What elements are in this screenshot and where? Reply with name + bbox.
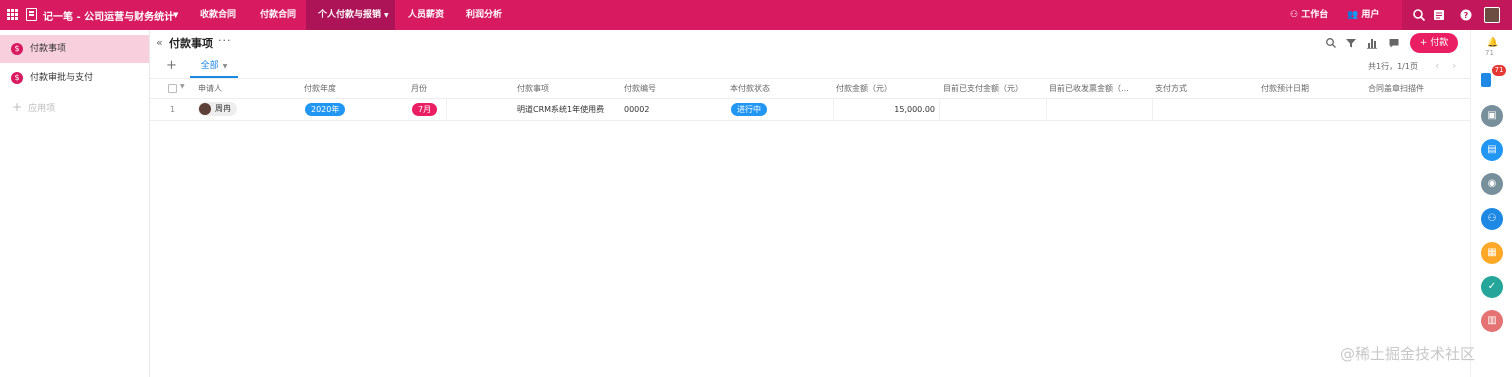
document-icon[interactable]: [1432, 8, 1446, 22]
column-header[interactable]: 目前已收发票金额（…: [1049, 79, 1139, 99]
help-icon[interactable]: ?: [1459, 8, 1473, 22]
apps-icon[interactable]: ▦: [1481, 242, 1503, 264]
avatar: [199, 103, 211, 115]
nav-salaries[interactable]: 人员薪资: [396, 0, 456, 30]
users-label: 用户: [1361, 10, 1380, 20]
column-header[interactable]: 月份: [411, 79, 501, 99]
pager-info: 共1行，1/1页: [1368, 62, 1418, 71]
workbench-link[interactable]: ⚇ 工作台: [1290, 0, 1328, 30]
cell-divider: [446, 99, 447, 120]
payment-code-cell: 00002: [624, 105, 650, 114]
chevron-down-icon[interactable]: ▼: [173, 11, 178, 19]
notification-count: 71: [1485, 49, 1494, 57]
notebook-icon: [26, 8, 37, 21]
cell-divider: [833, 99, 834, 120]
main-content: « 付款事项 ··· + 付款 + 全部 ▼ 共1行，1/1页 ‹ › ▼ 申请人…: [150, 30, 1470, 377]
tab-all[interactable]: 全部 ▼: [190, 58, 238, 78]
notification-bell-icon[interactable]: 🔔: [1487, 38, 1498, 48]
users-link[interactable]: 👥 用户: [1347, 0, 1379, 30]
table-header: ▼ 申请人 付款年度 月份 付款事项 付款编号 本付款状态 付款金额（元） 目前…: [150, 78, 1470, 99]
column-header[interactable]: 付款编号: [624, 79, 714, 99]
app-title[interactable]: 记一笔 - 公司运营与财务统计: [43, 8, 174, 23]
top-nav-bar: 记一笔 - 公司运营与财务统计 ▼ 收款合同 付款合同 个人付款与报销 ▼ 人员薪…: [0, 0, 1512, 30]
search-icon[interactable]: [1412, 8, 1426, 22]
dollar-icon: $: [11, 72, 23, 84]
nav-receipt-contracts[interactable]: 收款合同: [188, 0, 248, 30]
search-icon[interactable]: [1325, 37, 1337, 49]
svg-text:?: ?: [1464, 11, 1469, 20]
tab-label: 全部: [200, 61, 219, 71]
dollar-icon: $: [11, 43, 23, 55]
column-header[interactable]: 本付款状态: [730, 79, 820, 99]
chevron-down-icon: ▼: [384, 12, 389, 19]
collapse-sidebar-icon[interactable]: «: [156, 36, 163, 49]
filter-icon[interactable]: [1345, 37, 1357, 49]
column-header[interactable]: 付款年度: [304, 79, 394, 99]
bell-icon[interactable]: ◉: [1481, 173, 1503, 195]
nav-label: 个人付款与报销: [318, 10, 382, 20]
payment-item-cell: 明道CRM系统1年使用费: [517, 105, 605, 114]
app-grid-icon[interactable]: [7, 9, 18, 20]
row-index: 1: [170, 105, 176, 114]
page-title: 付款事项: [169, 37, 213, 50]
check-icon[interactable]: ✓: [1481, 276, 1503, 298]
plus-icon: +: [12, 100, 23, 114]
calendar-icon[interactable]: ▥: [1481, 310, 1503, 332]
column-header[interactable]: 支付方式: [1155, 79, 1245, 99]
nav-profit-analysis[interactable]: 利润分析: [454, 0, 514, 30]
add-app-label: 应用项: [28, 104, 56, 114]
prev-page-icon[interactable]: ‹: [1435, 59, 1439, 72]
nav-payment-contracts[interactable]: 付款合同: [248, 0, 308, 30]
right-rail: 🔔 71 71 ▣ ▤ ◉ ⚇ ▦ ✓ ▥: [1470, 30, 1512, 377]
column-header[interactable]: 付款预计日期: [1261, 79, 1351, 99]
watermark: @稀土掘金技术社区: [1340, 345, 1476, 363]
cell-divider: [939, 99, 940, 120]
column-header[interactable]: 目前已支付金额（元）: [943, 79, 1039, 99]
chevron-down-icon: ▼: [222, 63, 228, 70]
cell-divider: [1046, 99, 1047, 120]
unread-badge: 71: [1492, 65, 1506, 76]
org-chart-icon: ⚇: [1290, 10, 1299, 20]
select-all-checkbox[interactable]: [168, 84, 177, 93]
amount-cell: 15,000.00: [894, 105, 935, 114]
workbench-label: 工作台: [1301, 10, 1329, 20]
comment-icon[interactable]: [1388, 37, 1400, 49]
column-header[interactable]: 合同盖章扫描件: [1368, 79, 1463, 99]
chat-icon[interactable]: ▤: [1481, 139, 1503, 161]
user-avatar[interactable]: [1484, 7, 1500, 23]
month-tag: 7月: [412, 103, 438, 116]
sidebar-item-payment-approval[interactable]: $ 付款审批与支付: [0, 64, 149, 92]
add-app-item-button[interactable]: + 应用项: [12, 100, 55, 114]
applicant-name: 周冉: [215, 104, 231, 113]
column-header[interactable]: 申请人: [198, 79, 288, 99]
sidebar-item-label: 付款审批与支付: [30, 73, 94, 83]
org-icon[interactable]: ⚇: [1481, 208, 1503, 230]
sidebar-item-payment-items[interactable]: $ 付款事项: [0, 35, 149, 63]
sidebar: $ 付款事项 $ 付款审批与支付 + 应用项: [0, 30, 150, 377]
column-header[interactable]: 付款金额（元）: [836, 79, 926, 99]
sidebar-item-label: 付款事项: [30, 44, 67, 54]
add-payment-button[interactable]: + 付款: [1410, 33, 1458, 53]
year-tag: 2020年: [305, 103, 346, 116]
cell-divider: [1152, 99, 1153, 120]
column-header[interactable]: 付款事项: [517, 79, 607, 99]
users-icon: 👥: [1347, 10, 1359, 20]
briefcase-icon[interactable]: ▣: [1481, 105, 1503, 127]
chart-icon[interactable]: [1366, 37, 1378, 49]
more-options-icon[interactable]: ···: [218, 34, 232, 47]
message-icon[interactable]: [1481, 73, 1491, 87]
chevron-down-icon[interactable]: ▼: [180, 83, 185, 90]
nav-personal-payments[interactable]: 个人付款与报销 ▼: [306, 0, 395, 30]
applicant-chip[interactable]: 周冉: [198, 102, 237, 116]
status-badge: 进行中: [731, 103, 767, 116]
next-page-icon[interactable]: ›: [1452, 59, 1456, 72]
table-row[interactable]: 1 周冉 2020年 7月 明道CRM系统1年使用费 00002 进行中 15,…: [150, 99, 1470, 121]
add-view-icon[interactable]: +: [166, 58, 177, 73]
